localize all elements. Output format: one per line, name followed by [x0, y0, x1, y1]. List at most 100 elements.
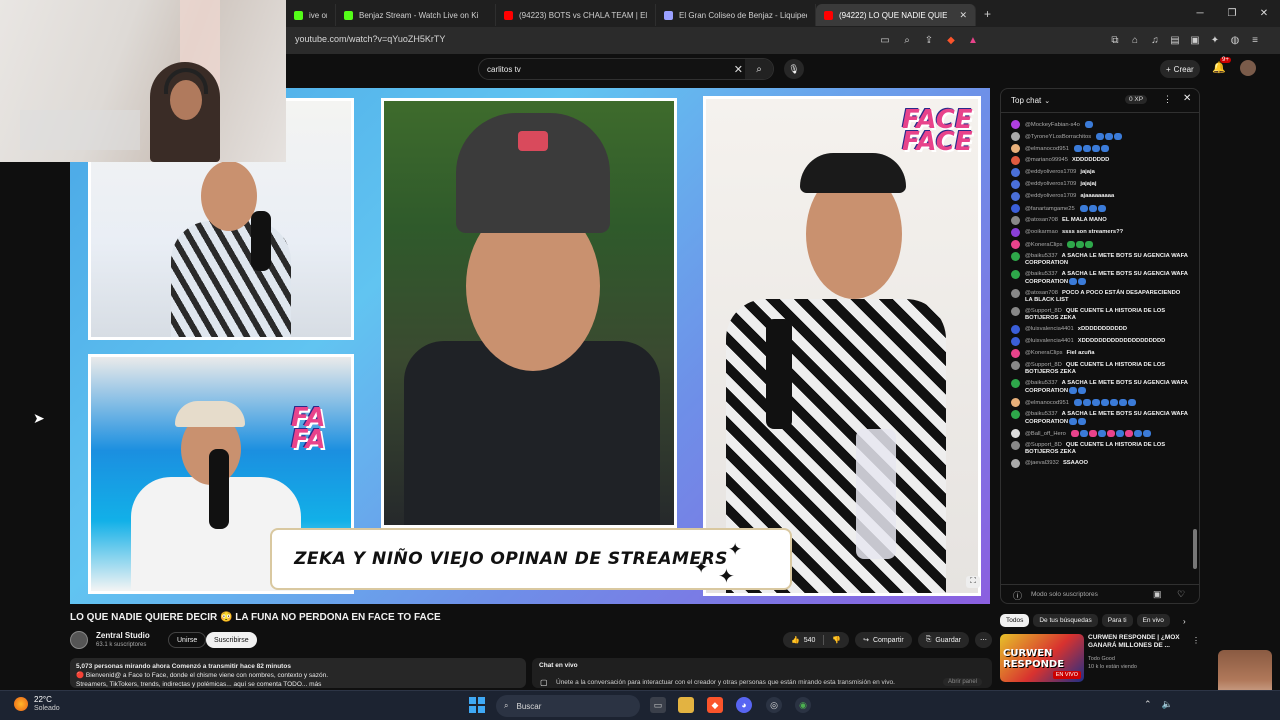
chat-author[interactable]: @baiku5337	[1025, 411, 1058, 417]
chat-author[interactable]: @atosan708	[1025, 217, 1058, 223]
chat-avatar[interactable]	[1011, 180, 1020, 190]
open-chat-panel-button[interactable]: Abrir panel	[942, 678, 982, 686]
share-icon[interactable]: ⇪	[922, 33, 936, 47]
chat-message[interactable]: @baiku5337 A SACHA LE METE BOTS SU AGENCI…	[1011, 270, 1189, 286]
chat-avatar[interactable]	[1011, 240, 1020, 250]
chat-message[interactable]: @atosan708 POCO A POCO ESTÁN DESAPARECIEN…	[1011, 289, 1189, 304]
chat-author[interactable]: @TyroneYLosBorrachitos	[1025, 134, 1091, 140]
maximize-icon[interactable]: ❐	[1216, 8, 1248, 19]
chat-message[interactable]: @elmanocod951	[1011, 144, 1189, 154]
chat-avatar[interactable]	[1011, 216, 1020, 226]
music-icon[interactable]: ♫	[1148, 33, 1162, 47]
chat-author[interactable]: @eddyoliveros1709	[1025, 181, 1076, 187]
account-avatar[interactable]	[1240, 60, 1256, 76]
chat-message[interactable]: @baiku5337 A SACHA LE METE BOTS SU AGENCI…	[1011, 410, 1189, 426]
zoom-icon[interactable]: ⌕	[900, 33, 914, 47]
chat-author[interactable]: @Support_8D	[1025, 362, 1062, 368]
chat-message[interactable]: @KoneraClips Fiel azuña	[1011, 349, 1189, 359]
temperature[interactable]: 22°C	[34, 695, 52, 704]
channel-avatar[interactable]	[70, 631, 88, 649]
chat-author[interactable]: @eddyoliveros1709	[1025, 193, 1076, 199]
vpn-icon[interactable]: ◍	[1228, 33, 1242, 47]
chat-avatar[interactable]	[1011, 120, 1020, 129]
thumbs-down-icon[interactable]: 👎	[832, 636, 841, 644]
chat-avatar[interactable]	[1011, 349, 1020, 359]
chat-message[interactable]: @Support_8D QUE CUENTE LA HISTORIA DE LOS…	[1011, 307, 1189, 322]
chat-author[interactable]: @luisvalencia4401	[1025, 326, 1074, 332]
video-player[interactable]: FACEFACE FAFA FACEFACE ZEKA Y	[70, 88, 990, 604]
chat-avatar[interactable]	[1011, 228, 1020, 238]
chip[interactable]: Todos	[1000, 614, 1030, 627]
brave-rewards-icon[interactable]: ▲	[966, 33, 980, 47]
minimize-icon[interactable]: ─	[1184, 8, 1216, 19]
obs-icon[interactable]: ◎	[766, 697, 782, 713]
chat-message[interactable]: @luisvalencia4401 xDDDDDDDDDDD	[1011, 325, 1189, 335]
search-icon[interactable]: ⌕	[745, 59, 773, 79]
recommended-channel[interactable]: Todo Good	[1088, 656, 1115, 662]
chat-avatar[interactable]	[1011, 410, 1020, 420]
chip[interactable]: De tus búsquedas	[1033, 614, 1098, 627]
chat-author[interactable]: @mariano99945	[1025, 157, 1068, 163]
chat-message[interactable]: @jaeval3932 SSAAOO	[1011, 459, 1189, 469]
xp-badge[interactable]: 0 XP	[1125, 95, 1148, 104]
more-options-icon[interactable]: ⋮	[1192, 636, 1200, 645]
channel-name[interactable]: Zentral Studio	[96, 631, 150, 640]
chat-message[interactable]: @eddyoliveros1709 jajajaj	[1011, 180, 1189, 190]
url-field[interactable]: youtube.com/watch?v=qYuoZH5KrTY	[295, 34, 445, 44]
browser-tab[interactable]: (94223) BOTS vs CHALA TEAM | El Gra	[496, 4, 656, 26]
chat-avatar[interactable]	[1011, 337, 1020, 347]
extension-icon[interactable]: ⧉	[1108, 33, 1122, 47]
chevron-right-icon[interactable]: ›	[1183, 617, 1186, 626]
chat-avatar[interactable]	[1011, 132, 1020, 142]
chat-avatar[interactable]	[1011, 289, 1020, 299]
chip[interactable]: En vivo	[1136, 614, 1170, 627]
join-button[interactable]: Unirse	[168, 632, 207, 648]
more-actions-icon[interactable]: ⋯	[975, 632, 992, 648]
chat-menu-icon[interactable]: ⋮	[1163, 94, 1172, 105]
chevron-up-icon[interactable]: ⌃	[1144, 699, 1152, 710]
notifications-bell-icon[interactable]: 🔔 9+	[1212, 57, 1231, 74]
close-window-icon[interactable]: ✕	[1248, 8, 1280, 19]
chat-message[interactable]: @baiku5337 A SACHA LE METE BOTS SU AGENCI…	[1011, 252, 1189, 267]
recommended-thumbnail[interactable]: CURWEN RESPONDE EN VIVO	[1000, 634, 1084, 682]
chip[interactable]: Para ti	[1101, 614, 1133, 627]
chat-message[interactable]: @fanartamgame25	[1011, 204, 1189, 214]
chat-author[interactable]: @elmanocod951	[1025, 400, 1069, 406]
chat-avatar[interactable]	[1011, 204, 1020, 214]
chat-avatar[interactable]	[1011, 144, 1020, 154]
save-button[interactable]: ⎘ Guardar	[917, 632, 969, 648]
info-icon[interactable]: ⓘ	[1013, 589, 1022, 602]
brave-shield-icon[interactable]: ◆	[944, 33, 958, 47]
browser-tab[interactable]: ive on Ki	[286, 4, 336, 26]
chat-avatar[interactable]	[1011, 325, 1020, 335]
browser-tab[interactable]: (94222) LO QUE NADIE QUIER ✕	[816, 4, 976, 26]
chat-message[interactable]: @eddyoliveros1709 jajaja	[1011, 168, 1189, 178]
chat-mode-dropdown[interactable]: Top chat	[1011, 96, 1041, 105]
translate-icon[interactable]: ⌂	[1128, 33, 1142, 47]
wallet-icon[interactable]: ▣	[1188, 33, 1202, 47]
clear-search-icon[interactable]: ✕	[734, 63, 743, 76]
chat-author[interactable]: @baiku5337	[1025, 271, 1058, 277]
share-button[interactable]: ↪ Compartir	[855, 632, 912, 648]
sidebar-icon[interactable]: ▤	[1168, 33, 1182, 47]
search-input[interactable]: carlitos tv ✕ ⌕	[478, 58, 774, 80]
sun-icon[interactable]	[14, 697, 28, 711]
chat-message[interactable]: @ooikarmao ssss son streamers??	[1011, 228, 1189, 238]
create-button[interactable]: + Crear	[1160, 60, 1200, 78]
discord-icon[interactable]: ◕	[736, 697, 752, 713]
chat-message[interactable]: @KoneraClips	[1011, 240, 1189, 250]
chat-avatar[interactable]	[1011, 156, 1020, 166]
chat-avatar[interactable]	[1011, 459, 1020, 469]
chat-message[interactable]: @elmanocod951	[1011, 398, 1189, 408]
like-button[interactable]: 👍 540 👎	[782, 632, 850, 648]
ai-icon[interactable]: ✦	[1208, 33, 1222, 47]
chat-avatar[interactable]	[1011, 192, 1020, 202]
fullscreen-icon[interactable]: ⛶	[966, 576, 980, 588]
chat-message[interactable]: @TyroneYLosBorrachitos	[1011, 132, 1189, 142]
chat-avatar[interactable]	[1011, 307, 1020, 317]
brave-browser-icon[interactable]: ◆	[707, 697, 723, 713]
task-view-icon[interactable]: ▭	[650, 697, 666, 713]
browser-tab[interactable]: El Gran Coliseo de Benjaz - Liquiped	[656, 4, 816, 26]
file-explorer-icon[interactable]	[678, 697, 694, 713]
chat-avatar[interactable]	[1011, 398, 1020, 408]
